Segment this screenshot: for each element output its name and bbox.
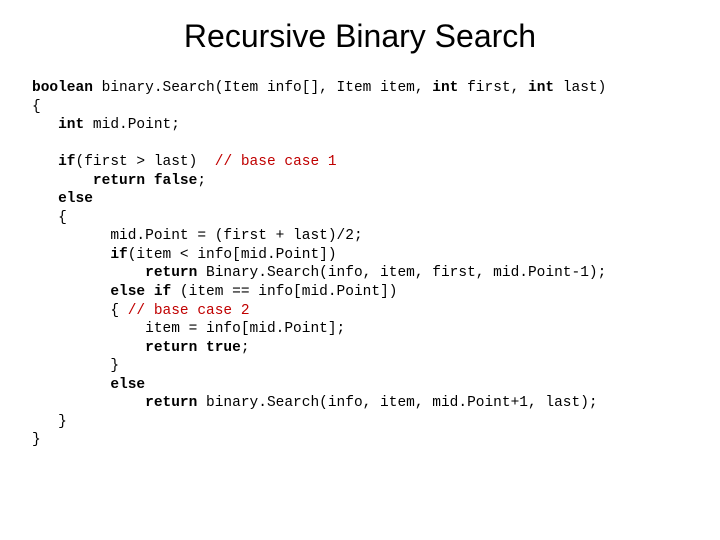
code-block: boolean binary.Search(Item info[], Item …: [0, 79, 720, 450]
comment-base-case-2: // base case 2: [128, 303, 250, 319]
code-text: }: [32, 414, 67, 430]
kw-return: return: [32, 265, 197, 281]
code-text: (item < info[mid.Point]): [128, 247, 337, 263]
kw-return-false: return false: [32, 173, 197, 189]
comment-base-case-1: // base case 1: [215, 154, 337, 170]
code-text: binary.Search(info, item, mid.Point+1, l…: [197, 395, 597, 411]
code-text: binary.Search(Item info[], Item item,: [93, 80, 432, 96]
code-text: last): [554, 80, 606, 96]
kw-else: else: [32, 377, 145, 393]
kw-int: int: [528, 80, 554, 96]
code-text: (item == info[mid.Point]): [171, 284, 397, 300]
code-text: Binary.Search(info, item, first, mid.Poi…: [197, 265, 606, 281]
kw-int: int: [432, 80, 458, 96]
kw-else: else: [32, 191, 93, 207]
code-text: {: [32, 99, 41, 115]
kw-if: if: [32, 247, 128, 263]
code-text: mid.Point;: [84, 117, 180, 133]
code-text: (first > last): [76, 154, 215, 170]
code-text: item = info[mid.Point];: [32, 321, 345, 337]
code-text: mid.Point = (first + last)/2;: [32, 228, 363, 244]
kw-else-if: else if: [32, 284, 171, 300]
kw-return: return: [32, 395, 197, 411]
kw-boolean: boolean: [32, 80, 93, 96]
code-text: }: [32, 358, 119, 374]
slide-title: Recursive Binary Search: [0, 0, 720, 79]
code-text: ;: [241, 340, 250, 356]
code-text: {: [32, 303, 128, 319]
kw-int: int: [32, 117, 84, 133]
code-text: }: [32, 432, 41, 448]
code-text: first,: [458, 80, 528, 96]
code-text: {: [32, 210, 67, 226]
kw-if: if: [32, 154, 76, 170]
kw-return-true: return true: [32, 340, 241, 356]
code-text: ;: [197, 173, 206, 189]
